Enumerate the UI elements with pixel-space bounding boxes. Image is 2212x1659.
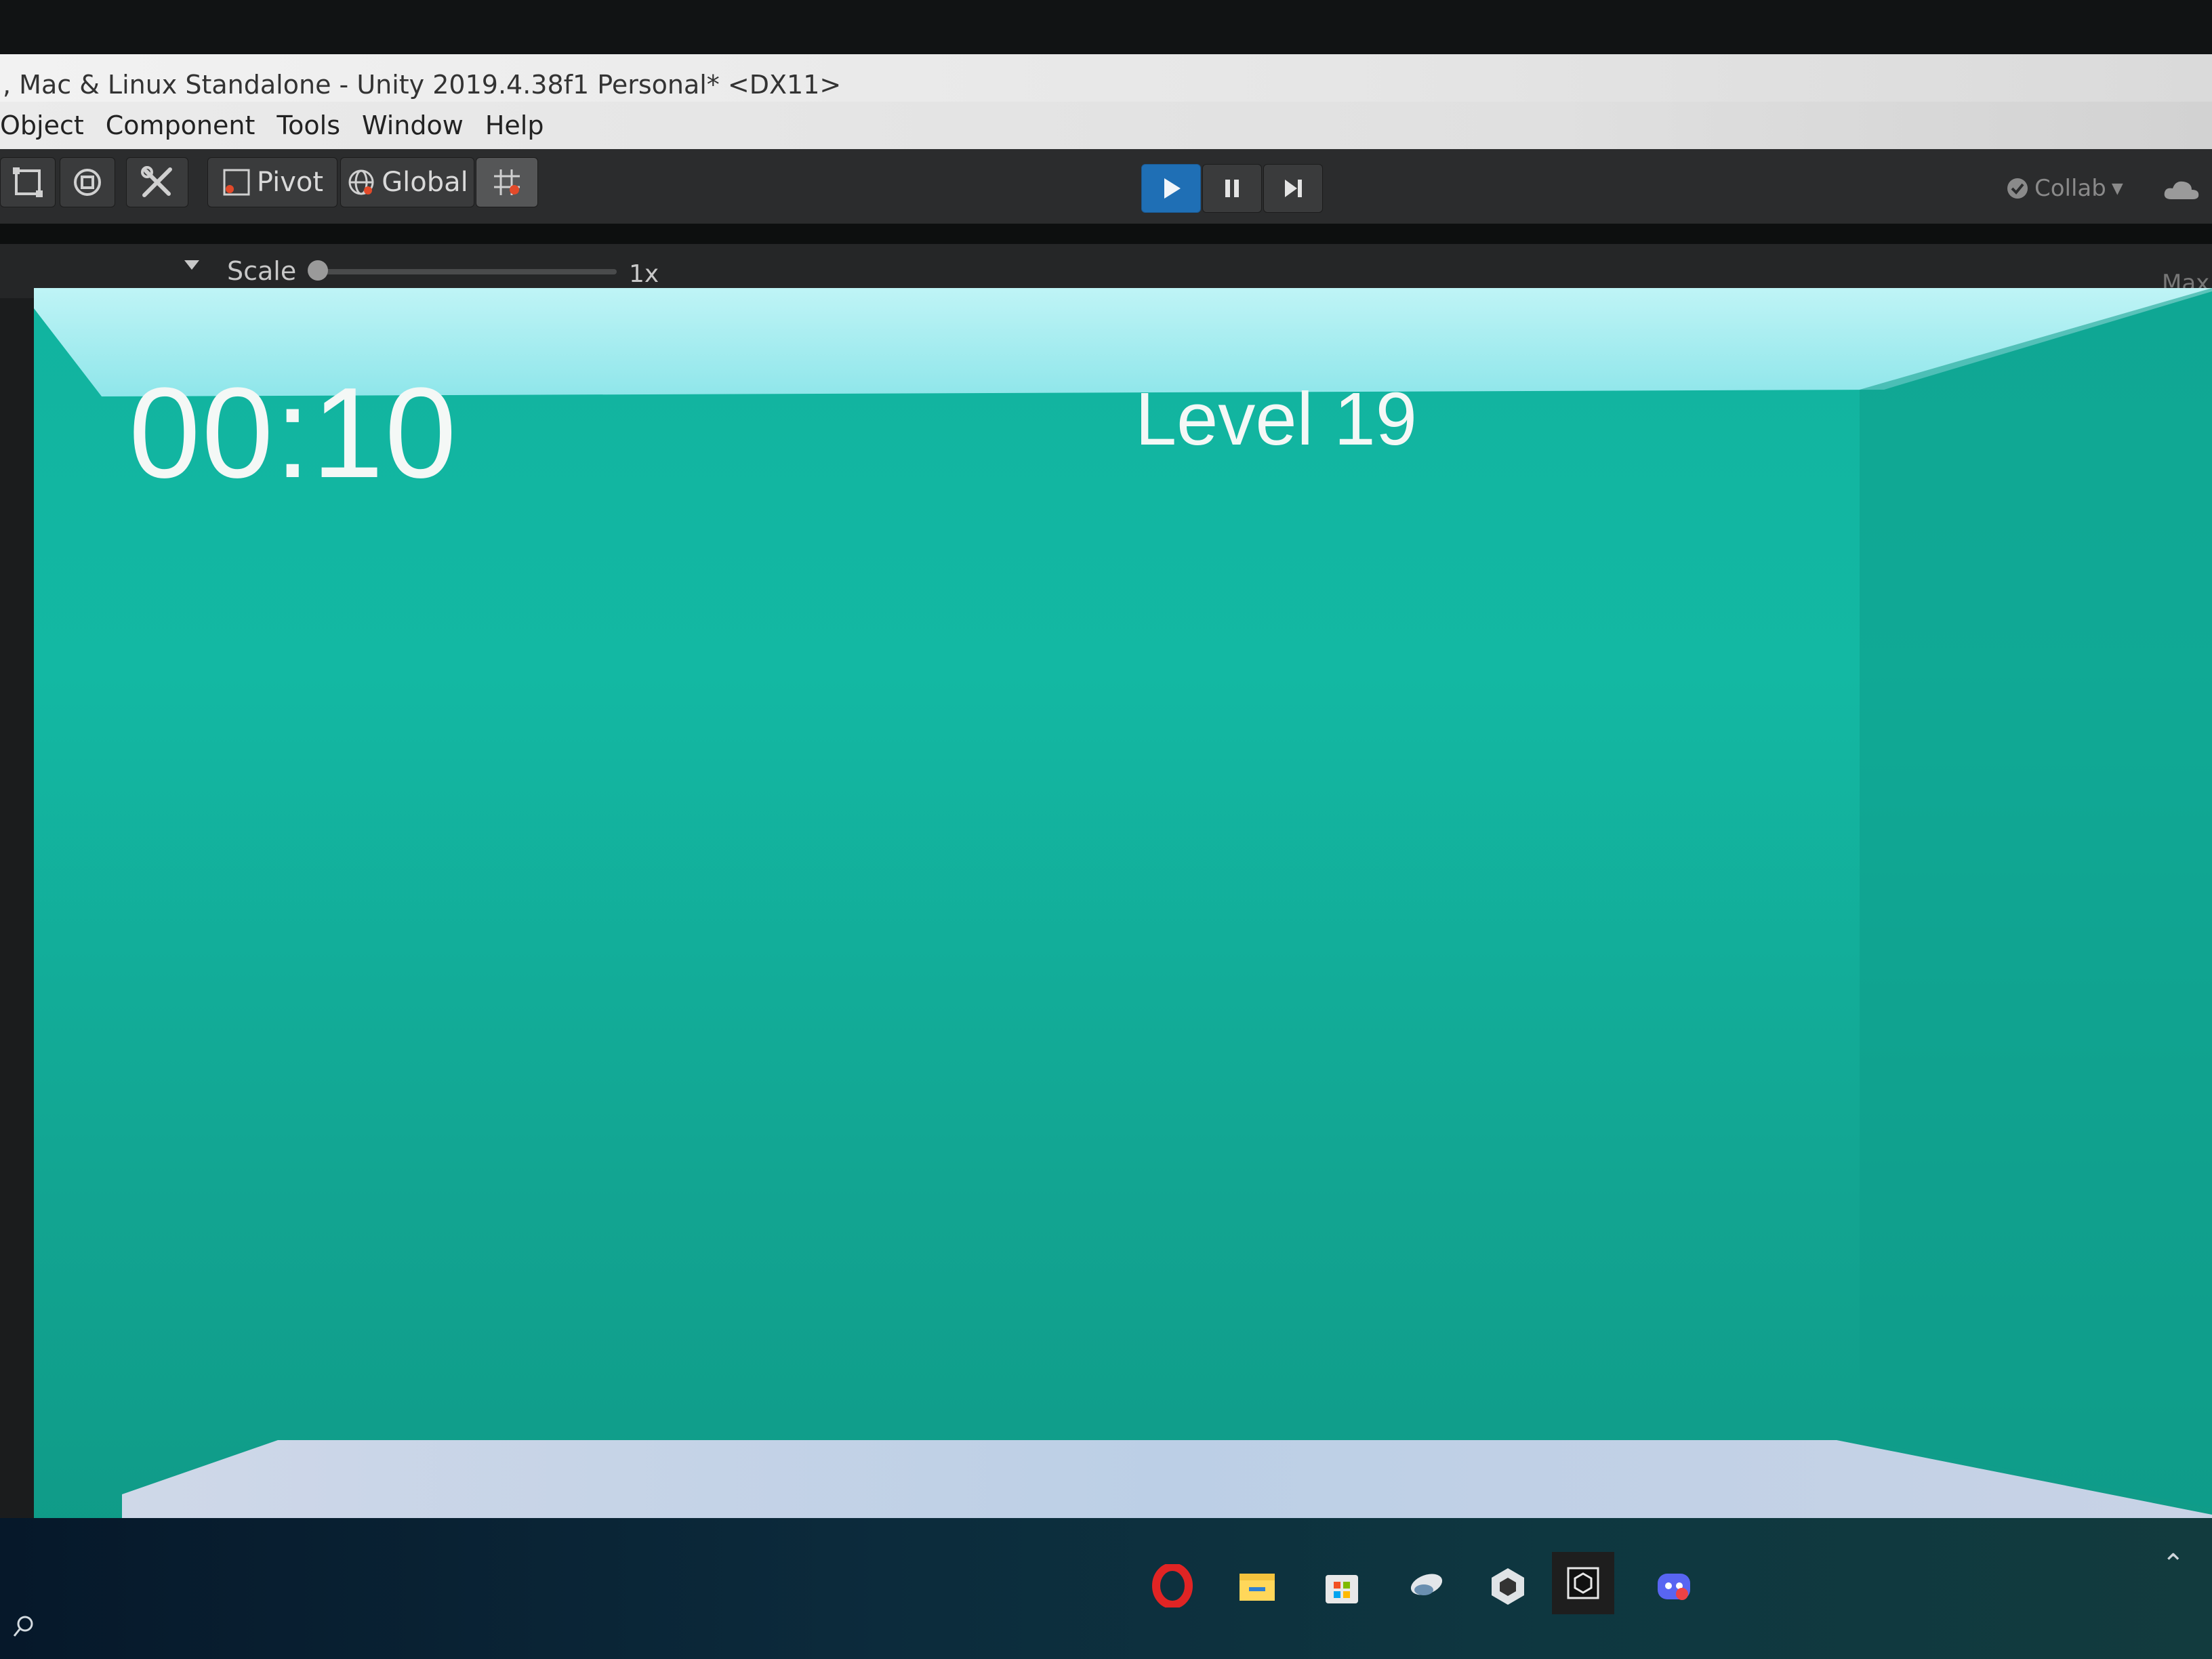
pause-icon	[1225, 180, 1239, 197]
unity-editor-icon[interactable]	[1552, 1552, 1614, 1614]
pivot-label: Pivot	[256, 167, 324, 198]
scale-slider-track[interactable]	[312, 269, 617, 274]
play-button[interactable]	[1141, 164, 1201, 213]
menu-item-window[interactable]: Window	[351, 110, 474, 140]
scale-slider-handle[interactable]	[308, 260, 328, 281]
chevron-down-icon: ▼	[2111, 180, 2123, 197]
game-viewport[interactable]: 00:10 Level 19	[34, 288, 2212, 1562]
menu-item-object[interactable]: Object	[0, 110, 95, 140]
left-panel	[0, 298, 37, 1586]
pivot-icon	[223, 169, 250, 196]
level-label: Level 19	[1135, 377, 1417, 461]
pause-button[interactable]	[1202, 164, 1262, 213]
menu-bar: Object Component Tools Window Help	[0, 102, 2212, 149]
right-wall-surface	[1860, 288, 2212, 1508]
file-explorer-icon[interactable]	[1230, 1559, 1284, 1613]
scale-label: Scale	[227, 256, 297, 286]
cloud-button[interactable]	[2162, 176, 2203, 206]
snap-grid-icon	[494, 169, 520, 195]
globe-icon	[348, 169, 374, 195]
game-timer: 00:10	[129, 361, 458, 505]
pivot-toggle-button[interactable]: Pivot	[207, 157, 337, 207]
collab-dropdown[interactable]: Collab ▼	[2006, 169, 2123, 207]
caret-down-icon[interactable]	[184, 260, 199, 270]
global-toggle-button[interactable]: Global	[340, 157, 474, 207]
window-title: , Mac & Linux Standalone - Unity 2019.4.…	[3, 70, 842, 100]
main-toolbar: Pivot Global Collab ▼	[0, 149, 2212, 224]
microsoft-store-icon[interactable]	[1315, 1559, 1369, 1613]
transform-tool-icon	[74, 169, 101, 196]
windows-taskbar	[0, 1518, 2212, 1659]
monitor-bezel	[0, 0, 2212, 54]
transform-tool-button[interactable]	[60, 157, 115, 207]
scale-value: 1x	[629, 260, 659, 288]
check-circle-icon	[2007, 178, 2028, 199]
cloud-icon	[2164, 181, 2199, 199]
collab-label: Collab	[2034, 175, 2106, 202]
chevron-up-icon[interactable]: ⌃	[2162, 1549, 2185, 1580]
snap-grid-button[interactable]	[476, 157, 538, 207]
menu-item-tools[interactable]: Tools	[266, 110, 351, 140]
custom-tool-button[interactable]	[126, 157, 188, 207]
step-button[interactable]	[1263, 164, 1323, 213]
rect-tool-button[interactable]	[0, 157, 56, 207]
search-icon[interactable]	[10, 1613, 37, 1643]
menu-item-component[interactable]: Component	[95, 110, 266, 140]
custom-tool-icon	[141, 166, 172, 197]
unity-hub-icon[interactable]	[1481, 1559, 1535, 1613]
play-icon	[1164, 178, 1181, 199]
app-icon[interactable]	[1399, 1559, 1454, 1613]
step-icon	[1285, 180, 1302, 197]
opera-icon[interactable]	[1145, 1559, 1200, 1613]
global-label: Global	[382, 167, 468, 198]
rect-tool-icon	[13, 167, 43, 197]
menu-item-help[interactable]: Help	[474, 110, 555, 140]
discord-icon[interactable]	[1647, 1559, 1701, 1613]
